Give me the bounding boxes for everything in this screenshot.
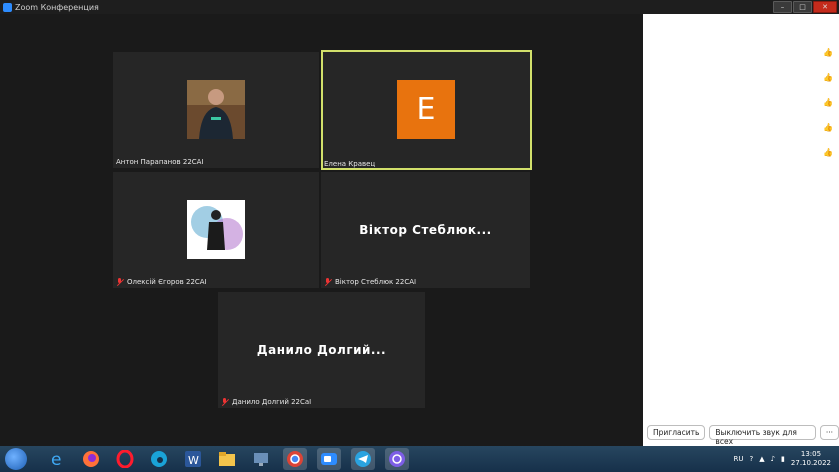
participant-name: Віктор Стеблюк 22CAI [324,278,416,286]
thumbs-up-icon: 👍 [823,148,833,157]
participant-name: Данило Долгий 22CaI [221,398,311,406]
participant-tile[interactable]: Віктор Стеблюк... Віктор Стеблюк 22CAI [321,172,530,288]
maximize-button[interactable]: □ [793,1,812,13]
volume-icon[interactable]: ♪ [771,455,775,463]
help-icon[interactable]: ? [749,455,753,463]
participant-tile[interactable]: Данило Долгий... Данило Долгий 22CaI [218,292,425,408]
video-gallery: Антон Парапанов 22CAI E Елена Кравец Оле… [0,14,643,446]
participant-photo [187,80,245,139]
internet-explorer-icon[interactable]: e [45,448,69,470]
opera-icon[interactable] [113,448,137,470]
signal-icon[interactable]: ▮ [781,455,785,463]
invite-button[interactable]: Пригласить [647,425,706,440]
system-tray: RU ? ▲ ♪ ▮ 13:05 27.10.2022 [733,446,831,472]
thumbs-up-icon: 👍 [823,98,833,107]
participant-tile-active[interactable]: E Елена Кравец [321,50,532,170]
zoom-icon[interactable] [317,448,341,470]
muted-mic-icon [116,278,124,286]
windows-start-icon[interactable] [5,448,27,470]
participants-panel: 👍 👍 👍 👍 👍 Пригласить Выключить звук для … [643,14,839,446]
tray-arrow-icon[interactable]: ▲ [759,455,764,463]
minimize-button[interactable]: – [773,1,792,13]
close-button[interactable]: ✕ [813,1,837,13]
chrome-icon[interactable] [283,448,307,470]
svg-text:e: e [51,450,61,468]
participant-name: Елена Кравец [324,160,376,168]
muted-mic-icon [221,398,229,406]
svg-text:W: W [188,454,199,467]
viber-icon[interactable] [385,448,409,470]
participant-display-name: Данило Долгий... [256,343,387,357]
windows-taskbar: e W RU ? ▲ ♪ ▮ 13:05 27.10.2022 [0,446,839,472]
thumbs-up-icon: 👍 [823,48,833,57]
window-titlebar: Zoom Конференция – □ ✕ [0,0,839,14]
edge-icon[interactable] [147,448,171,470]
reactions-column: 👍 👍 👍 👍 👍 [823,48,833,158]
participant-photo [187,200,245,259]
participant-name: Олексій Єгоров 22CAI [116,278,207,286]
panel-actions: Пригласить Выключить звук для всех ··· [647,425,839,446]
file-explorer-icon[interactable] [215,448,239,470]
telegram-icon[interactable] [351,448,375,470]
participant-tile[interactable]: Олексій Єгоров 22CAI [113,172,319,288]
language-indicator[interactable]: RU [733,455,743,463]
participant-tile[interactable]: Антон Парапанов 22CAI [113,52,319,168]
participant-display-name: Віктор Стеблюк... [359,223,492,237]
participant-name: Антон Парапанов 22CAI [116,158,204,166]
word-icon[interactable]: W [181,448,205,470]
clock[interactable]: 13:05 27.10.2022 [791,450,831,468]
media-player-icon[interactable] [249,448,273,470]
thumbs-up-icon: 👍 [823,123,833,132]
zoom-icon [3,2,12,12]
letter-avatar: E [397,80,455,139]
mute-all-button[interactable]: Выключить звук для всех [709,425,816,446]
more-button[interactable]: ··· [819,425,839,440]
firefox-icon[interactable] [79,448,103,470]
muted-mic-icon [324,278,332,286]
window-title: Zoom Конференция [15,2,99,12]
thumbs-up-icon: 👍 [823,73,833,82]
